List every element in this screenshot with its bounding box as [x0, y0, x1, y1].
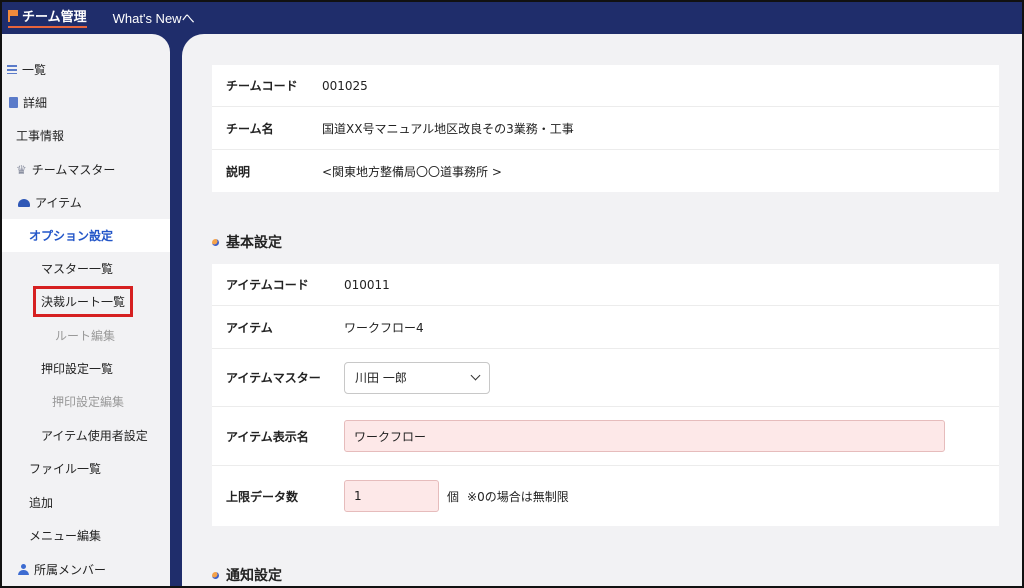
- display-name-label: アイテム表示名: [226, 429, 309, 444]
- sidebar-item-seal-settings-edit: 押印設定編集: [2, 385, 170, 418]
- team-desc-label: 説明: [226, 164, 251, 179]
- display-name-input[interactable]: ワークフロー: [344, 420, 945, 452]
- item-master-label: アイテムマスター: [226, 371, 321, 385]
- section-dot-icon: [212, 571, 219, 579]
- chevron-down-icon: [470, 370, 481, 381]
- team-desc-row: 説明 <関東地方整備局〇〇道事務所 >: [212, 150, 999, 192]
- notify-settings-heading: 通知設定: [212, 565, 282, 585]
- item-master-select[interactable]: 川田 一郎: [344, 361, 490, 394]
- data-limit-row: 上限データ数 1 個 ※0の場合は無制限: [212, 466, 999, 526]
- basic-settings-card: アイテムコード 010011 アイテム ワークフロー4 アイテムマスター 川田 …: [212, 264, 999, 526]
- team-code-row: チームコード 001025: [212, 65, 999, 107]
- sidebar-item-item-user-settings[interactable]: アイテム使用者設定: [2, 419, 170, 452]
- item-code-label: アイテムコード: [226, 278, 309, 292]
- data-limit-input[interactable]: 1: [344, 480, 439, 512]
- display-name-value: ワークフロー: [354, 429, 427, 444]
- item-master-row: アイテムマスター 川田 一郎: [212, 349, 999, 407]
- team-info-card: チームコード 001025 チーム名 国道XX号マニュアル地区改良その3業務・工…: [212, 65, 999, 192]
- sidebar-item-label: メニュー編集: [29, 529, 102, 543]
- brand-link[interactable]: チーム管理: [8, 6, 87, 28]
- sidebar-item-label: オプション設定: [29, 229, 114, 243]
- item-master-selected: 川田 一郎: [355, 371, 407, 385]
- item-value: ワークフロー4: [344, 320, 424, 335]
- sidebar: 一覧 詳細 工事情報 ♛ チームマスター アイテム オプション設定 マスター一覧…: [2, 34, 170, 586]
- sidebar-item-label: 追加: [29, 496, 54, 510]
- sidebar-item-label: マスター一覧: [41, 262, 114, 276]
- sidebar-item-label: 所属メンバー: [34, 563, 107, 577]
- document-icon: [9, 97, 18, 108]
- sidebar-item-approval-route-list[interactable]: 決裁ルート一覧: [2, 285, 170, 318]
- top-bar: チーム管理 What's Newへ: [0, 0, 1024, 34]
- person-icon: [18, 564, 29, 575]
- sidebar-item-file-list[interactable]: ファイル一覧: [2, 452, 170, 485]
- list-icon: [7, 65, 17, 74]
- whats-new-link[interactable]: What's Newへ: [113, 8, 195, 27]
- data-limit-value: 1: [354, 489, 362, 503]
- sidebar-item-master-list[interactable]: マスター一覧: [2, 252, 170, 285]
- sidebar-item-label: ファイル一覧: [29, 462, 102, 476]
- brand-label: チーム管理: [22, 10, 87, 25]
- sidebar-item-detail[interactable]: 詳細: [2, 86, 170, 119]
- sidebar-item-construction-info[interactable]: 工事情報: [2, 119, 170, 152]
- display-name-row: アイテム表示名 ワークフロー: [212, 407, 999, 466]
- crown-icon: ♛: [16, 162, 27, 177]
- sidebar-item-label: 詳細: [23, 96, 48, 110]
- sidebar-item-team-master[interactable]: ♛ チームマスター: [2, 153, 170, 186]
- sidebar-item-label: 押印設定編集: [52, 395, 125, 409]
- sidebar-item-label: アイテム: [35, 196, 82, 210]
- sidebar-item-label: チームマスター: [31, 163, 116, 177]
- basic-settings-heading: 基本設定: [212, 232, 282, 252]
- team-desc-value: <関東地方整備局〇〇道事務所 >: [322, 164, 502, 179]
- sidebar-item-members[interactable]: 所属メンバー: [2, 553, 170, 586]
- sidebar-item-item[interactable]: アイテム: [2, 186, 170, 219]
- main-panel: チームコード 001025 チーム名 国道XX号マニュアル地区改良その3業務・工…: [182, 34, 1022, 586]
- sidebar-item-option-settings[interactable]: オプション設定: [2, 219, 170, 252]
- data-limit-note: ※0の場合は無制限: [467, 489, 569, 504]
- team-name-value: 国道XX号マニュアル地区改良その3業務・工事: [322, 121, 574, 136]
- sidebar-item-route-edit: ルート編集: [2, 319, 170, 352]
- sidebar-item-menu-edit[interactable]: メニュー編集: [2, 519, 170, 552]
- team-name-label: チーム名: [226, 121, 274, 136]
- sidebar-item-label: 工事情報: [16, 129, 65, 143]
- sidebar-item-label: 一覧: [22, 63, 47, 77]
- section-dot-icon: [212, 238, 219, 246]
- sidebar-item-label: 押印設定一覧: [41, 362, 114, 376]
- basic-settings-title: 基本設定: [226, 235, 282, 251]
- sidebar-item-add[interactable]: 追加: [2, 486, 170, 519]
- sidebar-item-label: 決裁ルート一覧: [33, 286, 134, 317]
- flag-icon: [8, 9, 18, 22]
- notify-settings-title: 通知設定: [226, 568, 282, 584]
- item-row: アイテム ワークフロー4: [212, 306, 999, 349]
- item-code-value: 010011: [344, 277, 390, 292]
- item-label: アイテム: [226, 320, 273, 335]
- sidebar-item-label: ルート編集: [55, 329, 116, 343]
- item-icon: [18, 198, 30, 207]
- data-limit-unit: 個: [447, 489, 460, 504]
- team-code-value: 001025: [322, 78, 368, 93]
- team-code-label: チームコード: [226, 79, 298, 93]
- data-limit-label: 上限データ数: [226, 489, 299, 504]
- item-code-row: アイテムコード 010011: [212, 264, 999, 306]
- team-name-row: チーム名 国道XX号マニュアル地区改良その3業務・工事: [212, 107, 999, 150]
- sidebar-item-label: アイテム使用者設定: [41, 429, 148, 443]
- sidebar-item-list[interactable]: 一覧: [2, 53, 170, 86]
- sidebar-item-seal-settings-list[interactable]: 押印設定一覧: [2, 352, 170, 385]
